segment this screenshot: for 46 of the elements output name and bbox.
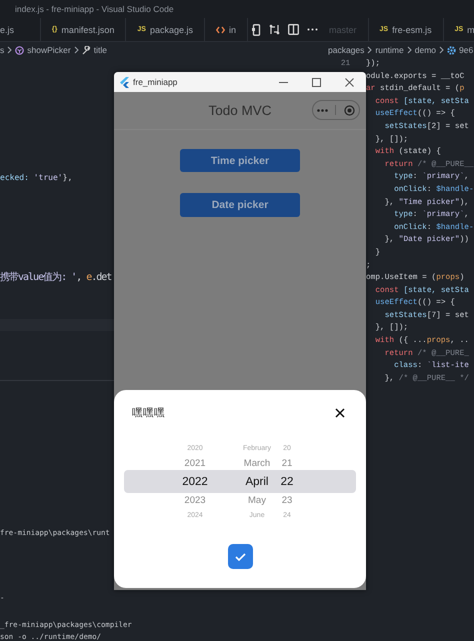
editor-tab[interactable]: in [204,18,248,41]
picker-option[interactable]: May [248,492,266,509]
window-title: index.js - fre-miniapp - Visual Studio Code [15,4,174,14]
picker-option[interactable]: 2022 [182,472,208,492]
breadcrumb-item[interactable]: 9e6 [459,45,474,55]
breadcrumb-item[interactable]: packages [328,45,364,55]
picker-option[interactable]: March [244,455,270,472]
chevron-icon [7,46,12,54]
more-icon[interactable] [307,28,318,31]
logo-icon [120,76,129,88]
sheet-title: 嘿嘿嘿 [132,406,165,420]
split-icon[interactable] [288,24,299,35]
code-line: ecked: 'true'}, [0,172,74,184]
picker-option[interactable]: 21 [282,455,292,472]
phone-icon[interactable] [252,24,261,36]
chevron-icon [74,46,79,54]
breadcrumb-item[interactable]: demo [414,45,436,55]
close-icon[interactable] [335,408,345,418]
breadcrumb-item[interactable]: s [0,45,4,55]
picker-option[interactable]: 23 [282,492,292,509]
picker-option[interactable]: 2023 [184,492,206,509]
capsule-menu[interactable] [312,100,360,120]
chevron-icon [439,46,444,54]
page-title: Todo MVC [208,103,272,118]
picker-button[interactable]: Date picker [180,193,300,217]
confirm-button[interactable] [228,544,252,569]
breadcrumb-item[interactable]: showPicker [27,45,71,55]
compare-icon[interactable] [269,24,280,35]
picker-option[interactable]: 2021 [184,455,206,472]
picker-option[interactable]: April [245,472,268,492]
picker-option[interactable]: 22 [280,472,294,492]
check-icon [234,552,246,560]
app-title: fre_miniapp [133,77,178,87]
chevron-icon [406,46,412,54]
breadcrumb-item[interactable]: title [94,45,107,55]
close-circle-icon[interactable] [344,104,356,116]
gear-icon [447,46,456,54]
wrench-icon [82,46,91,54]
editor-tab[interactable]: e.js [0,18,41,41]
code-line: 携带value值为: ', e.det [0,271,112,285]
code-icon [216,26,225,34]
breadcrumb-item[interactable]: runtime [375,45,404,55]
picker-button[interactable]: Time picker [180,149,300,172]
maximize-icon[interactable] [312,78,321,86]
chevron-icon [367,46,372,54]
close-icon[interactable] [345,78,354,86]
